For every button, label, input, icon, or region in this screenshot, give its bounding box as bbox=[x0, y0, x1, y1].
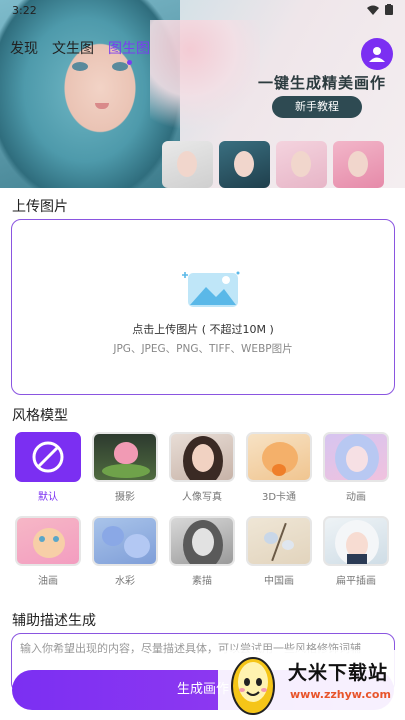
style-thumb bbox=[169, 432, 235, 482]
style-label: 摄影 bbox=[115, 492, 135, 503]
style-thumb bbox=[92, 516, 158, 566]
upload-section-title: 上传图片 bbox=[12, 199, 68, 215]
wifi-icon bbox=[366, 5, 379, 15]
upload-area[interactable]: 点击上传图片 ( 不超过10M ) JPG、JPEG、PNG、TIFF、WEBP… bbox=[11, 219, 395, 395]
style-thumb bbox=[246, 516, 312, 566]
style-label: 中国画 bbox=[264, 576, 294, 587]
banner-slogan: 一键生成精美画作 bbox=[258, 74, 387, 92]
style-label: 默认 bbox=[38, 492, 58, 503]
profile-button[interactable] bbox=[361, 38, 393, 70]
tutorial-button[interactable]: 新手教程 bbox=[272, 96, 362, 118]
rice-mascot-icon bbox=[231, 657, 275, 715]
style-item-flat-illustration[interactable]: 扁平插画 bbox=[323, 516, 389, 587]
style-label: 动画 bbox=[346, 492, 366, 503]
illustration-lips bbox=[95, 103, 109, 109]
style-thumb bbox=[323, 432, 389, 482]
style-item-sketch[interactable]: 素描 bbox=[169, 516, 235, 587]
none-icon bbox=[32, 441, 64, 473]
tab-image-to-image-label: 图生图 bbox=[108, 41, 150, 57]
style-thumb bbox=[15, 432, 81, 482]
style-item-animation[interactable]: 动画 bbox=[323, 432, 389, 503]
sample-thumbnail[interactable] bbox=[333, 141, 384, 188]
upload-formats: JPG、JPEG、PNG、TIFF、WEBP图片 bbox=[113, 343, 293, 355]
tab-discover[interactable]: 发现 bbox=[10, 38, 38, 58]
image-upload-icon bbox=[182, 271, 240, 307]
style-label: 油画 bbox=[38, 576, 58, 587]
style-item-3d-cartoon[interactable]: 3D卡通 bbox=[246, 432, 312, 503]
style-label: 人像写真 bbox=[182, 492, 222, 503]
style-label: 水彩 bbox=[115, 576, 135, 587]
sample-thumbnail[interactable] bbox=[219, 141, 270, 188]
style-thumb bbox=[246, 432, 312, 482]
style-item-chinese-painting[interactable]: 中国画 bbox=[246, 516, 312, 587]
sample-thumbnail[interactable] bbox=[276, 141, 327, 188]
sample-thumbnail[interactable] bbox=[162, 141, 213, 188]
style-item-default[interactable]: 默认 bbox=[15, 432, 81, 503]
style-item-photography[interactable]: 摄影 bbox=[92, 432, 158, 503]
style-label: 素描 bbox=[192, 576, 212, 587]
sample-thumbnails bbox=[162, 141, 384, 188]
status-time: 3:22 bbox=[12, 4, 37, 17]
style-thumb bbox=[169, 516, 235, 566]
illustration-eye bbox=[112, 62, 128, 71]
style-item-portrait[interactable]: 人像写真 bbox=[169, 432, 235, 503]
watermark-url: www.zzhyw.com bbox=[290, 688, 391, 701]
style-thumb bbox=[92, 432, 158, 482]
illustration-eye bbox=[72, 62, 88, 71]
site-watermark: 大米下载站 www.zzhyw.com bbox=[218, 650, 405, 720]
banner-decoration bbox=[150, 20, 260, 140]
style-thumb bbox=[15, 516, 81, 566]
status-bar: 3:22 bbox=[0, 0, 405, 22]
style-section-title: 风格模型 bbox=[12, 408, 68, 424]
tab-text-to-image[interactable]: 文生图 bbox=[52, 38, 94, 58]
battery-icon bbox=[385, 4, 393, 15]
upload-instruction: 点击上传图片 ( 不超过10M ) bbox=[132, 323, 274, 336]
description-section-title: 辅助描述生成 bbox=[12, 613, 96, 629]
style-label: 3D卡通 bbox=[261, 492, 297, 503]
user-icon bbox=[369, 47, 385, 62]
top-tabs: 发现 文生图 图生图 bbox=[10, 38, 150, 65]
active-tab-indicator bbox=[127, 60, 132, 65]
style-label: 扁平插画 bbox=[336, 576, 376, 587]
tab-image-to-image[interactable]: 图生图 bbox=[108, 38, 150, 65]
style-item-oil-painting[interactable]: 油画 bbox=[15, 516, 81, 587]
style-item-watercolor[interactable]: 水彩 bbox=[92, 516, 158, 587]
hero-banner: 3:22 发现 文生图 图生图 一键生成精美画作 新手教程 bbox=[0, 0, 405, 188]
style-thumb bbox=[323, 516, 389, 566]
watermark-name: 大米下载站 bbox=[288, 662, 389, 684]
